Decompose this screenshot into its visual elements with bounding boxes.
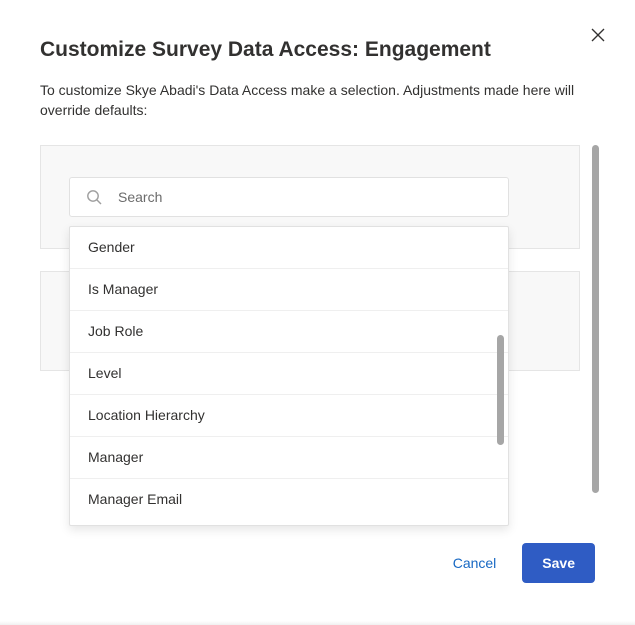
scroll-area: GenderIs ManagerJob RoleLevelLocation Hi…	[40, 145, 595, 527]
attribute-dropdown: GenderIs ManagerJob RoleLevelLocation Hi…	[69, 226, 509, 526]
dropdown-option[interactable]: Job Role	[70, 311, 508, 353]
dropdown-scrollbar[interactable]	[497, 335, 504, 445]
modal-customize-data-access: Customize Survey Data Access: Engagement…	[0, 0, 635, 625]
dropdown-option[interactable]: Location Hierarchy	[70, 395, 508, 437]
modal-content: Customize Survey Data Access: Engagement…	[0, 0, 635, 527]
save-button[interactable]: Save	[522, 543, 595, 583]
cancel-button[interactable]: Cancel	[447, 551, 503, 575]
search-input[interactable]	[116, 188, 508, 206]
close-button[interactable]	[589, 28, 607, 46]
dropdown-option[interactable]: Manager Email	[70, 479, 508, 525]
outer-scrollbar[interactable]	[592, 145, 599, 493]
search-panel: GenderIs ManagerJob RoleLevelLocation Hi…	[40, 145, 580, 249]
modal-title: Customize Survey Data Access: Engagement	[40, 38, 595, 62]
modal-subtitle: To customize Skye Abadi's Data Access ma…	[40, 80, 595, 121]
dropdown-option[interactable]: Gender	[70, 227, 508, 269]
dropdown-option[interactable]: Manager	[70, 437, 508, 479]
modal-footer: Cancel Save	[447, 543, 595, 583]
bottom-shadow	[0, 621, 635, 625]
dropdown-option[interactable]: Is Manager	[70, 269, 508, 311]
dropdown-option[interactable]: Level	[70, 353, 508, 395]
close-icon	[591, 28, 605, 47]
search-icon	[86, 189, 102, 205]
search-field-wrap[interactable]	[69, 177, 509, 217]
